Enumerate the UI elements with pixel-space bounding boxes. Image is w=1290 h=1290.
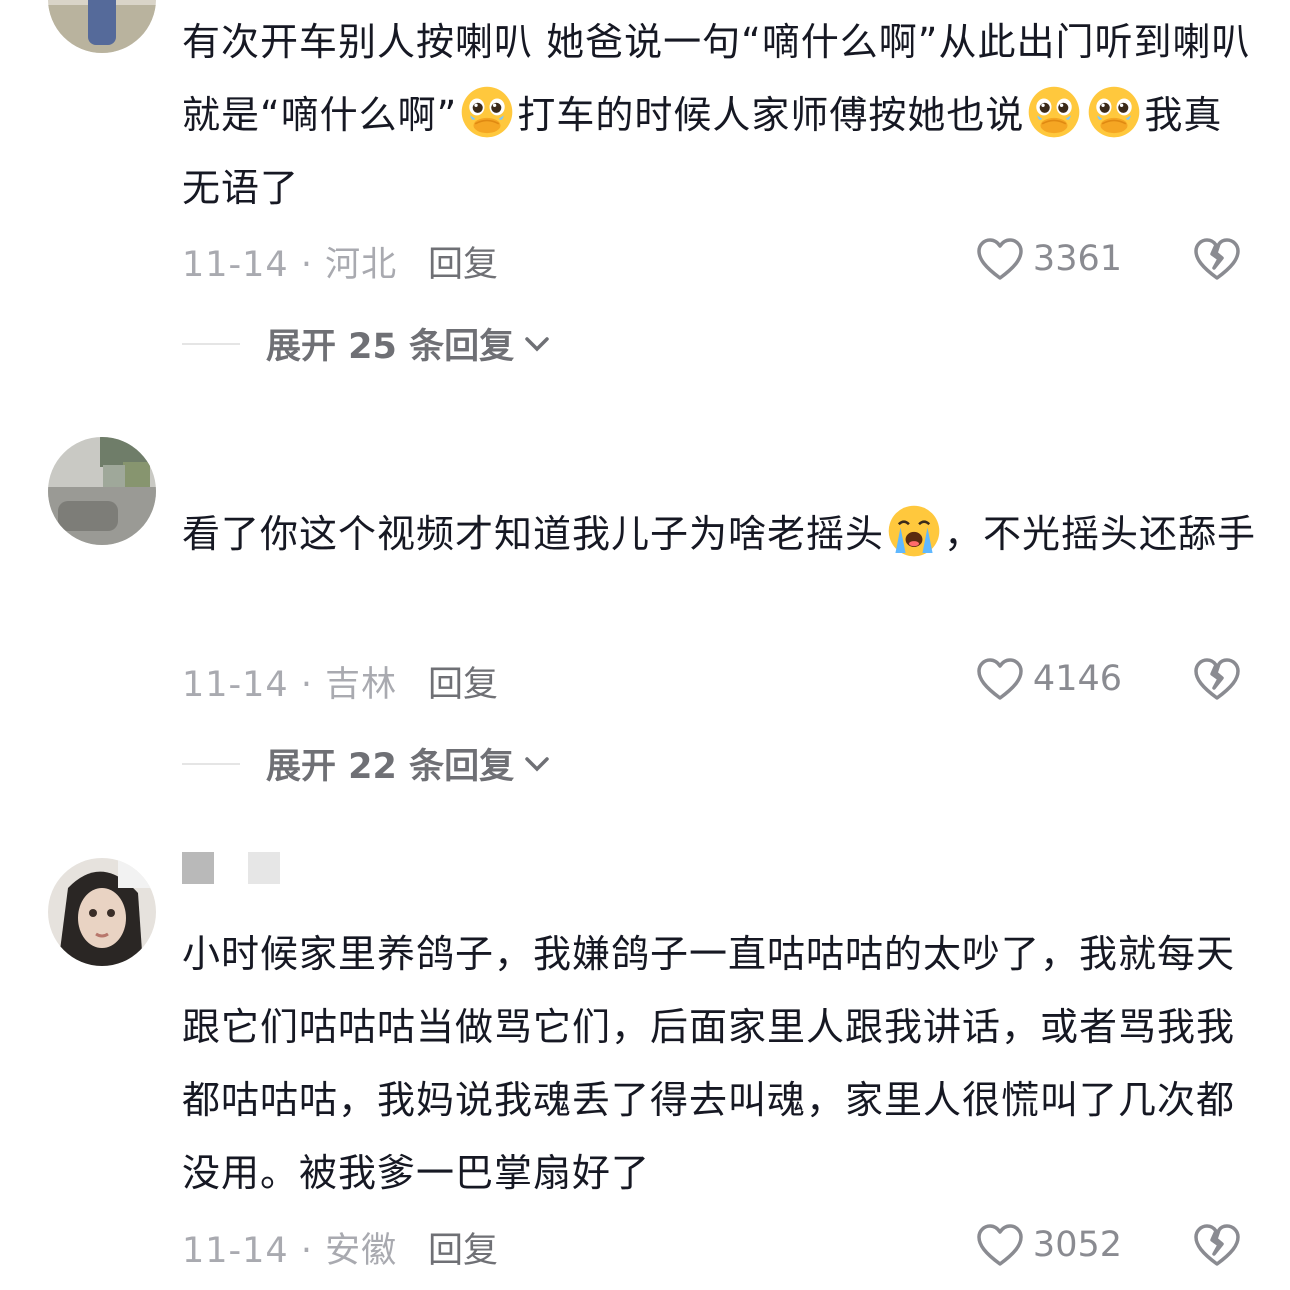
like-button[interactable]: 4146: [975, 656, 1122, 702]
expand-replies-button[interactable]: 展开 22 条回复: [182, 738, 550, 789]
broken-heart-icon: [1194, 238, 1240, 280]
dislike-button[interactable]: [1192, 234, 1242, 293]
pleading-face-icon: [1087, 85, 1141, 139]
loudly-crying-face-icon: [887, 504, 941, 558]
comment-text: 有次开车别人按喇叭 她爸说一句“嘀什么啊”从此出门听到喇叭就是“嘀什么啊” 打车的…: [182, 20, 1251, 210]
expand-replies-label: 展开 22 条回复: [266, 747, 515, 787]
username-masked[interactable]: [182, 852, 280, 884]
reply-button[interactable]: 回复: [428, 236, 498, 287]
masked-block: [248, 852, 280, 884]
comment-meta: 11-14 · 安徽 回复 3052: [182, 1222, 1242, 1272]
reply-button[interactable]: 回复: [428, 1222, 498, 1273]
masked-block: [182, 852, 214, 884]
pleading-face-icon: [460, 85, 514, 139]
chevron-down-icon: [525, 756, 549, 771]
avatar[interactable]: [48, 0, 156, 53]
avatar[interactable]: [48, 858, 156, 966]
comment-date-location: 11-14 · 安徽: [182, 1231, 398, 1271]
pleading-face-icon: [1027, 85, 1081, 139]
like-button[interactable]: 3052: [975, 1222, 1122, 1268]
heart-icon: [977, 1224, 1023, 1266]
broken-heart-icon: [1194, 658, 1240, 700]
comment-text: 看了你这个视频才知道我儿子为啥老摇头 ，不光摇头还舔手: [182, 498, 1257, 571]
comment-text: 小时候家里养鸽子，我嫌鸽子一直咕咕咕的太吵了，我就每天跟它们咕咕咕当做骂它们，后…: [182, 932, 1236, 1195]
dislike-button[interactable]: [1192, 654, 1242, 713]
like-count: 3361: [1032, 239, 1122, 279]
expand-replies-label: 展开 25 条回复: [266, 327, 515, 367]
reply-button[interactable]: 回复: [428, 656, 498, 707]
divider: [182, 342, 240, 345]
expand-replies-button[interactable]: 展开 25 条回复: [182, 318, 550, 369]
divider: [182, 762, 240, 765]
comment-date-location: 11-14 · 吉林: [182, 665, 398, 705]
chevron-down-icon: [525, 336, 549, 351]
comment-date-location: 11-14 · 河北: [182, 245, 398, 285]
heart-icon: [977, 238, 1023, 280]
broken-heart-icon: [1194, 1224, 1240, 1266]
avatar[interactable]: [48, 437, 156, 545]
dislike-button[interactable]: [1192, 1220, 1242, 1279]
comment-meta: 11-14 · 吉林 回复 4146: [182, 656, 1242, 706]
like-count: 3052: [1032, 1225, 1122, 1265]
like-button[interactable]: 3361: [975, 236, 1122, 282]
comment-meta: 11-14 · 河北 回复 3361: [182, 236, 1242, 286]
heart-icon: [977, 658, 1023, 700]
like-count: 4146: [1032, 659, 1122, 699]
